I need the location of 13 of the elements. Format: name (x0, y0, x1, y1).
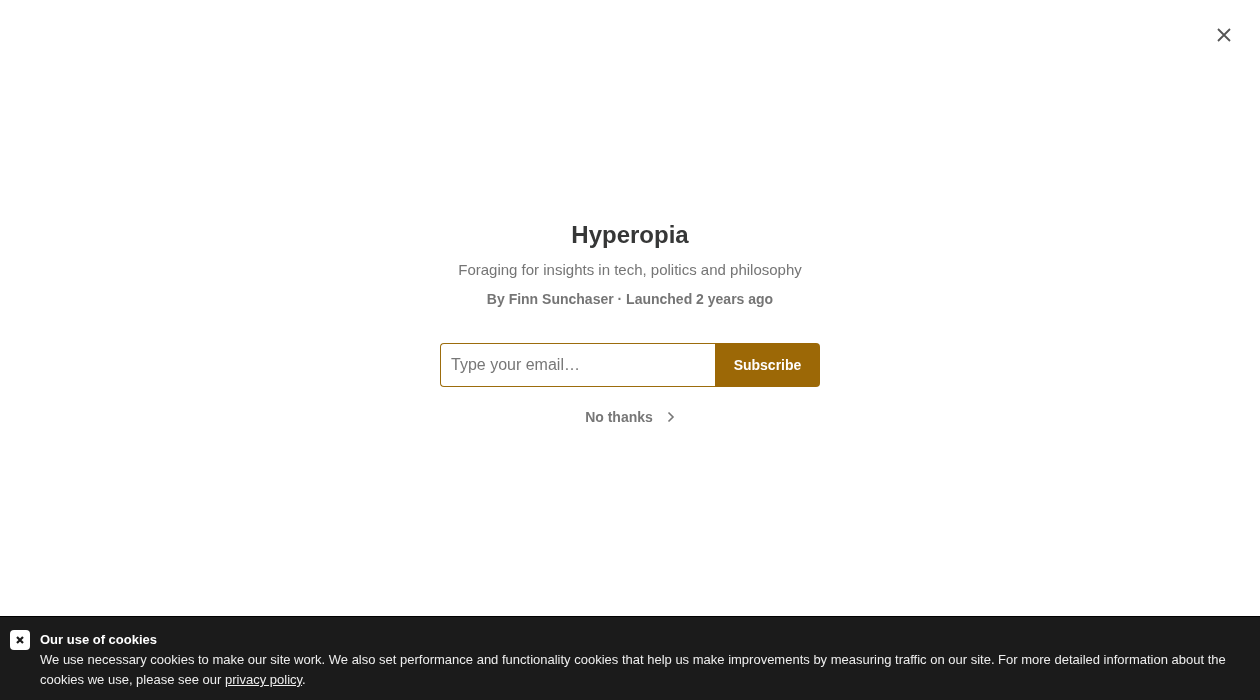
cookie-text: We use necessary cookies to make our site work. We also set performance and functionality cookies that help us make improvements by measuring traffic on our site. For more detailed information about the cookies we use, please see our privacy policy. (40, 651, 1227, 689)
byline: By Finn Sunchaser · Launched 2 years ago (486, 290, 774, 309)
tagline: Foraging for insights in tech, politics and philosophy (458, 260, 802, 280)
no-thanks-link[interactable]: No thanks (585, 409, 675, 425)
close-icon (1217, 28, 1231, 42)
close-button[interactable] (1215, 26, 1233, 44)
email-field[interactable]: Type your email… (440, 343, 715, 387)
chevron-icon (666, 411, 675, 423)
cookie-title: Our use of cookies (40, 632, 159, 648)
close-button[interactable] (10, 630, 30, 650)
publication-title: Hyperopia (571, 220, 689, 250)
subscribe-button[interactable]: Subscribe (715, 343, 820, 387)
close-icon (16, 636, 24, 644)
